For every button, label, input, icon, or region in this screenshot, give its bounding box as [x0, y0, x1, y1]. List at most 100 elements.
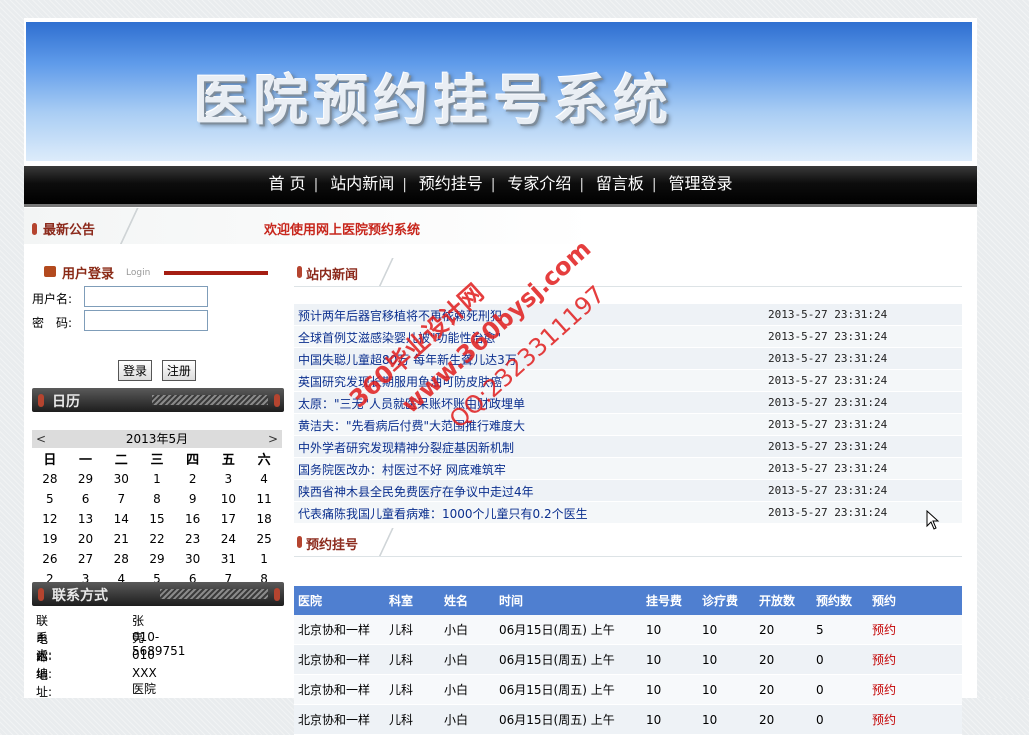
- calendar-day[interactable]: 20: [68, 529, 104, 549]
- banner: 医院预约挂号系统: [26, 22, 972, 161]
- calendar: < 2013年5月 > 日 一 二 三 四 五 六 28 29 30 1 2 3 4: [32, 430, 282, 589]
- notice-message: 欢迎使用网上医院预约系统: [264, 223, 421, 238]
- calendar-day[interactable]: 22: [139, 529, 175, 549]
- bullet-icon: [38, 394, 44, 407]
- nav-experts[interactable]: 专家介绍: [499, 174, 579, 193]
- calendar-day[interactable]: 7: [103, 489, 139, 509]
- doctor-cell: 小白: [440, 615, 495, 645]
- news-link[interactable]: 陕西省神木县全民免费医疗在争议中走过4年: [298, 483, 534, 500]
- calendar-day[interactable]: 31: [211, 549, 247, 569]
- book-link[interactable]: 预约: [868, 674, 962, 705]
- password-input[interactable]: [84, 310, 208, 331]
- main-nav: 首 页 | 站内新闻 | 预约挂号 | 专家介绍 | 留言板 | 管理登录: [24, 166, 977, 207]
- calendar-day[interactable]: 15: [139, 509, 175, 529]
- news-link[interactable]: 国务院医改办：村医过不好 网底难筑牢: [298, 461, 506, 478]
- calendar-title: 日历: [52, 394, 80, 410]
- calendar-day[interactable]: 2: [175, 469, 211, 489]
- nav-separator: |: [579, 177, 585, 193]
- weekday: 四: [186, 453, 200, 468]
- bullet-icon: [297, 536, 302, 548]
- calendar-day[interactable]: 26: [32, 549, 68, 569]
- page: 医院预约挂号系统 首 页 | 站内新闻 | 预约挂号 | 专家介绍 | 留言板 | 管理登…: [24, 18, 977, 735]
- calendar-day[interactable]: 29: [139, 549, 175, 569]
- nav-news[interactable]: 站内新闻: [322, 174, 402, 193]
- calendar-day[interactable]: 4: [246, 469, 282, 489]
- news-row: 国务院医改办：村医过不好 网底难筑牢 2013-5-27 23:31:24: [294, 458, 962, 480]
- book-link[interactable]: 预约: [868, 704, 962, 735]
- calendar-day[interactable]: 18: [246, 509, 282, 529]
- bullet-icon: [297, 266, 302, 278]
- news-link[interactable]: 黄洁夫："先看病后付费"大范围推行难度大: [298, 417, 525, 434]
- news-link[interactable]: 代表痛陈我国儿童看病难：1000个儿童只有0.2个医生: [298, 505, 588, 522]
- news-list: 预计两年后器官移植将不再依赖死刑犯 2013-5-27 23:31:24 全球首例…: [294, 304, 962, 524]
- calendar-day[interactable]: 29: [68, 469, 104, 489]
- news-date: 2013-5-27 23:31:24: [768, 308, 888, 321]
- column-header: 预约: [868, 586, 962, 615]
- calendar-day[interactable]: 3: [211, 469, 247, 489]
- registration-fee-cell: 10: [642, 674, 698, 705]
- nav-admin-login[interactable]: 管理登录: [660, 174, 740, 193]
- doctor-cell: 小白: [440, 644, 495, 675]
- news-date: 2013-5-27 23:31:24: [768, 506, 888, 519]
- weekday: 日: [43, 453, 57, 468]
- calendar-day[interactable]: 12: [32, 509, 68, 529]
- calendar-day[interactable]: 21: [103, 529, 139, 549]
- calendar-day[interactable]: 10: [211, 489, 247, 509]
- news-row: 预计两年后器官移植将不再依赖死刑犯 2013-5-27 23:31:24: [294, 304, 962, 326]
- bullet-icon: [274, 394, 280, 407]
- calendar-day[interactable]: 11: [246, 489, 282, 509]
- nav-registration[interactable]: 预约挂号: [411, 174, 491, 193]
- login-header: 用户登录 Login: [30, 258, 282, 286]
- book-link[interactable]: 预约: [868, 615, 962, 645]
- calendar-day[interactable]: 28: [32, 469, 68, 489]
- calendar-prev-button[interactable]: <: [36, 430, 46, 448]
- calendar-next-button[interactable]: >: [268, 430, 278, 448]
- news-date: 2013-5-27 23:31:24: [768, 374, 888, 387]
- calendar-week: 12 13 14 15 16 17 18: [32, 509, 282, 529]
- news-row: 太原："三无"人员就医呆账坏账由财政埋单 2013-5-27 23:31:24: [294, 392, 962, 414]
- calendar-day[interactable]: 13: [68, 509, 104, 529]
- calendar-day[interactable]: 1: [246, 549, 282, 569]
- calendar-day[interactable]: 17: [211, 509, 247, 529]
- booked-count-cell: 5: [812, 615, 868, 645]
- calendar-day[interactable]: 25: [246, 529, 282, 549]
- calendar-day[interactable]: 16: [175, 509, 211, 529]
- calendar-day[interactable]: 28: [103, 549, 139, 569]
- bullet-icon: [274, 588, 280, 601]
- calendar-day[interactable]: 30: [175, 549, 211, 569]
- username-input[interactable]: [84, 286, 208, 307]
- column-header: 医院: [294, 586, 385, 615]
- notice-label-text: 最新公告: [43, 223, 96, 238]
- calendar-day[interactable]: 9: [175, 489, 211, 509]
- calendar-day[interactable]: 14: [103, 509, 139, 529]
- nav-separator: |: [313, 177, 319, 193]
- calendar-day[interactable]: 6: [68, 489, 104, 509]
- news-date: 2013-5-27 23:31:24: [768, 440, 888, 453]
- time-cell: 06月15日(周五) 上午: [495, 644, 642, 675]
- nav-home[interactable]: 首 页: [261, 174, 314, 193]
- hospital-cell: 北京协和一样: [294, 704, 385, 735]
- login-button[interactable]: 登录: [118, 360, 153, 381]
- calendar-day[interactable]: 1: [139, 469, 175, 489]
- calendar-day[interactable]: 30: [103, 469, 139, 489]
- calendar-day[interactable]: 19: [32, 529, 68, 549]
- department-cell: 儿科: [385, 644, 440, 675]
- nav-guestbook[interactable]: 留言板: [588, 174, 652, 193]
- nav-separator: |: [402, 177, 407, 193]
- news-link[interactable]: 中外学者研究发现精神分裂症基因新机制: [298, 439, 514, 456]
- news-row: 陕西省神木县全民免费医疗在争议中走过4年 2013-5-27 23:31:24: [294, 480, 962, 502]
- column-header: 姓名: [440, 586, 495, 615]
- calendar-week: 28 29 30 1 2 3 4: [32, 469, 282, 489]
- calendar-day[interactable]: 27: [68, 549, 104, 569]
- calendar-day[interactable]: 24: [211, 529, 247, 549]
- table-row: 北京协和一样 儿科 小白 06月15日(周五) 上午 10 10 20 0 预约: [294, 674, 962, 705]
- calendar-day[interactable]: 23: [175, 529, 211, 549]
- calendar-day[interactable]: 5: [32, 489, 68, 509]
- book-link[interactable]: 预约: [868, 644, 962, 675]
- news-header: 站内新闻: [294, 258, 962, 287]
- contact-key: 地址:: [36, 668, 53, 699]
- calendar-day[interactable]: 8: [139, 489, 175, 509]
- register-button[interactable]: 注册: [161, 360, 196, 381]
- open-count-cell: 20: [755, 615, 812, 645]
- doctor-cell: 小白: [440, 674, 495, 705]
